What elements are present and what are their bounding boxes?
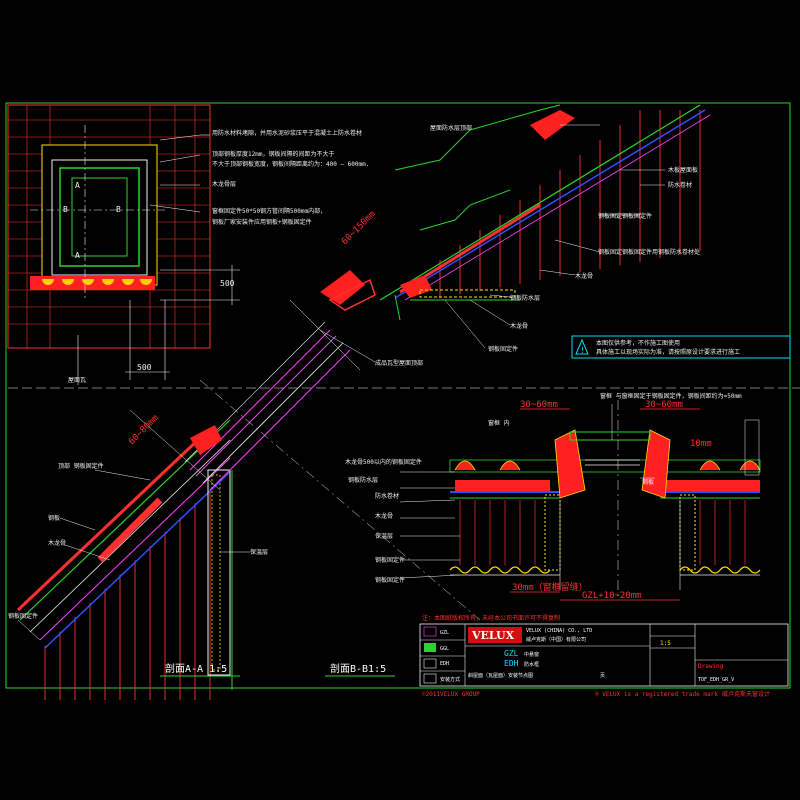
dim-60-80: 60~80mm: [127, 413, 161, 447]
title-block: 注：本图纸版权所有，未经本公司书面许可不得复制 GZL GGL EDH 安装方式…: [419, 614, 789, 698]
label-mid-3: 木龙骨: [575, 272, 593, 280]
plan-dim-side: 500: [220, 279, 235, 288]
scale-value: 1:5: [660, 640, 671, 647]
label-right-4: 木龙骨: [375, 512, 393, 520]
label-mid-5: 木龙骨: [510, 322, 528, 330]
label-right-7: 钢板固定件: [375, 576, 405, 584]
plan-dim-bottom: 500: [137, 363, 152, 372]
note-line-2: 具体施工以现场实际为准，请按照原设计要求进行施工: [596, 348, 740, 356]
label-right-6: 钢板固定件: [375, 556, 405, 564]
upper-labels: 屋面防水层顶部 木板屋面板 防水卷材 钢板固定钢板固定件 钢板固定钢板固定件用钢…: [319, 124, 700, 367]
footer-left: ©2011VELUX GROUP: [422, 691, 480, 698]
page-label: 页: [600, 673, 605, 679]
label-mid-4: 钢板防水层: [510, 294, 540, 302]
label-mid-6: 钢板固定件: [488, 345, 518, 353]
label-mid-2: 钢板固定钢板固定件用钢板防水卷材处: [598, 248, 700, 256]
upper-roof: [379, 104, 711, 321]
plan-section-a-top: A: [75, 181, 80, 190]
label-left-2: 钢板: [48, 514, 60, 522]
product-1-desc: 中悬窗: [524, 651, 539, 658]
title-red-note: 注：本图纸版权所有，未经本公司书面许可不得复制: [422, 614, 560, 622]
legend-1: GZL: [440, 630, 449, 636]
section-b-b: 30~60mm 30~60mm 10mm 30mm（窗框留缝） GZL+10~2…: [449, 400, 761, 601]
left-labels: 顶部 钢板固定件 钢板 木龙骨 保温层 钢板固定件: [8, 462, 268, 641]
plan-view: A A B B 500 500 屋面瓦 用防水材料堵隙，并用水泥砂浆压平于混凝土…: [7, 104, 369, 385]
dim-30-60-left: 30~60mm: [520, 400, 558, 410]
dim-30-margin: 30mm（窗框留缝）: [512, 581, 588, 593]
plan-callout-6: 钢板厂家安装件应用钢板+钢板固定件: [212, 218, 312, 226]
footer-right: 威卢克斯天窗设计: [722, 690, 770, 698]
label-right-3: 防水卷材: [375, 492, 399, 500]
plan-callout-5: 窗框固定件50*50钢方管间隔500mm内部，: [212, 207, 326, 215]
plan-section-b-left: B: [63, 205, 68, 214]
label-slope-1: 成品瓦型屋面顶部: [375, 359, 423, 367]
label-inner-1: 窗框 内: [488, 419, 510, 427]
dim-10: 10mm: [690, 439, 712, 449]
drawing-number: TOF_EDH_GR_V: [698, 677, 734, 683]
dim-gzl: GZL+10~20mm: [582, 591, 642, 601]
label-left-3: 木龙骨: [48, 539, 66, 547]
label-left-1: 顶部 钢板固定件: [58, 462, 104, 470]
legend-2: GGL: [440, 646, 449, 652]
label-mid-1: 钢板固定钢板固定件: [598, 212, 652, 220]
legend-4: 安装方式: [440, 676, 460, 683]
footer-mid: ® VELUX is a registered trade mark: [595, 691, 718, 698]
label-right-2: 钢板防水层: [348, 476, 378, 484]
velux-logo-text: VELUX: [471, 629, 515, 642]
legend-3: EDH: [440, 661, 449, 667]
label-right-1: 木龙骨500以内的钢板固定件: [345, 458, 422, 466]
company-name: VELUX (CHINA) CO., LTD: [526, 628, 592, 634]
label-right-5: 保温层: [375, 532, 393, 540]
product-desc: 斜屋面（瓦屋面）安装节点图: [468, 672, 533, 679]
plan-section-b-right: B: [116, 205, 121, 214]
label-inner-2: 钢板: [642, 478, 654, 486]
label-left-4: 保温层: [250, 548, 268, 556]
warning-note: ! 本图仅供参考，不作施工图使用 具体施工以现场实际为准，请按照原设计要求进行施…: [571, 335, 791, 359]
plan-section-a-bottom: A: [75, 251, 80, 260]
section-b-title: 剖面B-B1:5: [330, 662, 386, 675]
dim-60-150: 60~150mm: [340, 209, 378, 247]
product-1: GZL: [504, 649, 519, 658]
product-2-desc: 防水框: [524, 661, 539, 668]
company-name-cn: 威卢克斯（中国）有限公司: [526, 636, 586, 643]
plan-callout-3: 不大于顶部钢板宽度，钢板间隔距离约为：400 — 600mm.: [212, 160, 369, 168]
label-top-3: 防水卷材: [668, 181, 692, 189]
drawing-label: Drawing: [698, 663, 724, 670]
note-line-1: 本图仅供参考，不作施工图使用: [596, 339, 680, 347]
label-left-6: 钢板固定件: [8, 612, 38, 620]
section-titles: 剖面A-A 1:5 剖面B-B1:5: [160, 662, 395, 677]
plan-callout-2: 顶部钢板厚度12mm，钢板间隔的间距为不大于: [212, 150, 334, 158]
label-top-1: 屋面防水层顶部: [430, 124, 472, 132]
plan-callout-4: 木龙骨层: [212, 180, 236, 188]
product-2: EDH: [504, 659, 519, 668]
warning-icon-mark: !: [580, 346, 585, 355]
plan-roof-label: 屋面瓦: [68, 377, 86, 384]
label-right-note: 窗框 与窗框固定于钢板固定件，钢板间距约为=50mm: [600, 392, 742, 400]
section-a-title: 剖面A-A 1:5: [165, 662, 227, 675]
plan-callout-1: 用防水材料堵隙，并用水泥砂浆压平于混凝土上防水卷材: [212, 129, 362, 137]
label-top-2: 木板屋面板: [668, 166, 698, 174]
dim-30-60-right: 30~60mm: [645, 400, 683, 410]
cad-drawing: A A B B 500 500 屋面瓦 用防水材料堵隙，并用水泥砂浆压平于混凝土…: [5, 102, 800, 700]
